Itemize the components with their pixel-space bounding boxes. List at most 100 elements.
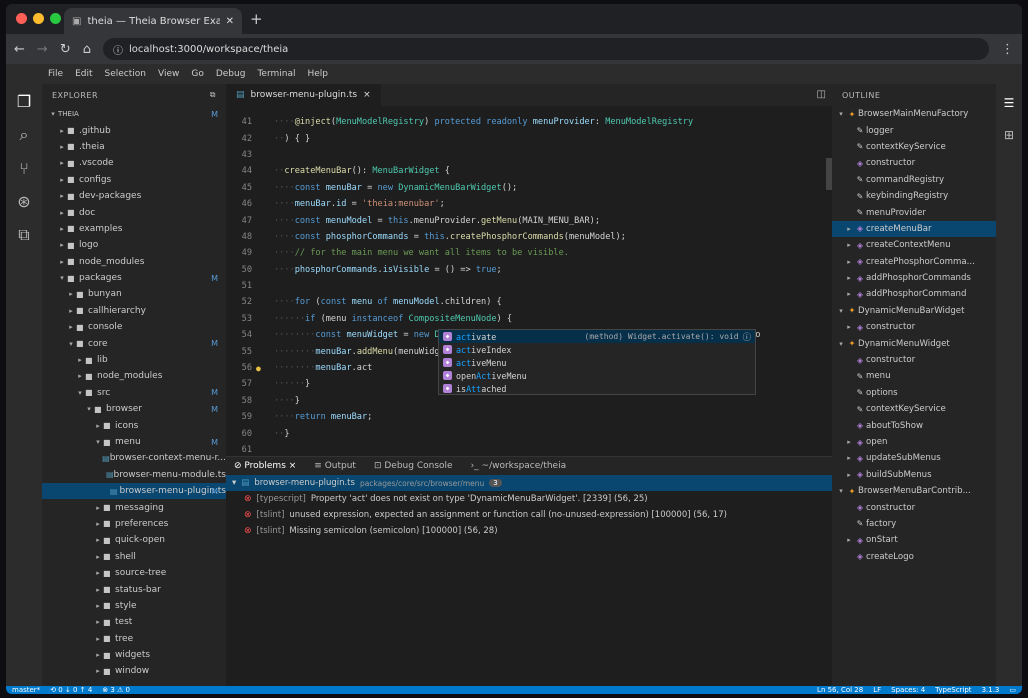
outline-item[interactable]: ▸ ◈ createPhosphorComma... bbox=[832, 254, 996, 270]
editor-tab[interactable]: ▤ browser-menu-plugin.ts × bbox=[226, 84, 381, 106]
outline-item[interactable]: ◈ constructor bbox=[832, 155, 996, 171]
outline-item[interactable]: ▸ ◈ addPhosphorCommands bbox=[832, 270, 996, 286]
files-icon[interactable]: ❐ bbox=[17, 92, 31, 111]
source-control-icon[interactable]: ⑂ bbox=[19, 159, 29, 178]
folder-item[interactable]: ▸ ■ preferences bbox=[42, 516, 226, 532]
folder-item[interactable]: ▾ ■ packages M bbox=[42, 270, 226, 286]
folder-item[interactable]: ▸ ■ callhierarchy bbox=[42, 303, 226, 319]
minimize-window-button[interactable] bbox=[33, 13, 44, 24]
outline-item[interactable]: ▾ ✦ DynamicMenuWidget bbox=[832, 335, 996, 351]
cursor-position[interactable]: Ln 56, Col 28 bbox=[817, 686, 863, 694]
close-window-button[interactable] bbox=[16, 13, 27, 24]
folder-item[interactable]: ▸ ■ icons bbox=[42, 417, 226, 433]
outline-item[interactable]: ✎ commandRegistry bbox=[832, 172, 996, 188]
problems-status[interactable]: ⊗ 3 ⚠ 0 bbox=[102, 686, 130, 694]
back-icon[interactable]: ← bbox=[14, 42, 25, 57]
outline-item[interactable]: ✎ options bbox=[832, 385, 996, 401]
suggestion-item[interactable]: ◆ activate (method) Widget.activate(): voi… bbox=[439, 330, 755, 343]
code-view[interactable]: 41 ···· @inject(MenuModelRegistry) protect… bbox=[226, 114, 832, 456]
info-icon[interactable]: ⓘ bbox=[743, 331, 751, 343]
lightbulb-icon[interactable]: ● bbox=[256, 364, 261, 373]
folder-item[interactable]: ▸ ■ doc bbox=[42, 204, 226, 220]
folder-item[interactable]: ▸ ■ examples bbox=[42, 221, 226, 237]
search-icon[interactable]: ⌕ bbox=[20, 125, 29, 145]
problems-file-row[interactable]: ▾ ▤ browser-menu-plugin.ts packages/core… bbox=[226, 475, 832, 491]
outline-item[interactable]: ▸ ◈ onStart bbox=[832, 532, 996, 548]
outline-item[interactable]: ✎ menuProvider bbox=[832, 204, 996, 220]
ts-version[interactable]: 3.1.3 bbox=[982, 686, 1000, 694]
outline-item[interactable]: ✎ menu bbox=[832, 368, 996, 384]
close-icon[interactable]: × bbox=[286, 461, 297, 471]
outline-item[interactable]: ▸ ◈ open bbox=[832, 434, 996, 450]
suggest-widget[interactable]: ◆ activate (method) Widget.activate(): voi… bbox=[438, 329, 756, 395]
debug-icon[interactable]: ⊛ bbox=[17, 192, 30, 211]
outline-item[interactable]: ◈ createLogo bbox=[832, 549, 996, 565]
folder-item[interactable]: ▸ ■ tree bbox=[42, 631, 226, 647]
folder-item[interactable]: ▸ ■ status-bar bbox=[42, 581, 226, 597]
close-tab-icon[interactable]: ✕ bbox=[226, 16, 234, 27]
outline-item[interactable]: ▾ ✦ BrowserMainMenuFactory bbox=[832, 106, 996, 122]
folder-item[interactable]: ▸ ■ test bbox=[42, 614, 226, 630]
git-branch[interactable]: master* bbox=[12, 686, 40, 694]
suggestion-item[interactable]: ◆ activeIndex bbox=[439, 343, 755, 356]
file-item[interactable]: ▤ browser-menu-plugin.ts M bbox=[42, 482, 226, 500]
folder-item[interactable]: ▸ ■ logo bbox=[42, 237, 226, 253]
problem-row[interactable]: ⊗ [tslint] unused expression, expected an … bbox=[226, 507, 832, 523]
outline-item[interactable]: ▾ ✦ DynamicMenuBarWidget bbox=[832, 303, 996, 319]
outline-item[interactable]: ✎ keybindingRegistry bbox=[832, 188, 996, 204]
home-icon[interactable]: ⌂ bbox=[83, 42, 91, 57]
folder-item[interactable]: ▸ ■ dev-packages bbox=[42, 188, 226, 204]
problem-row[interactable]: ⊗ [tslint] Missing semicolon (semicolon) [… bbox=[226, 523, 832, 539]
reload-icon[interactable]: ↻ bbox=[60, 42, 71, 57]
suggestion-item[interactable]: ◆ isAttached bbox=[439, 382, 755, 395]
outline-item[interactable]: ▾ ✦ BrowserMenuBarContrib... bbox=[832, 483, 996, 499]
forward-icon[interactable]: → bbox=[37, 42, 48, 57]
hierarchy-icon[interactable]: ⊞ bbox=[1004, 128, 1014, 142]
panel-tab-0[interactable]: ⊘ Problems × bbox=[234, 461, 296, 471]
panel-tab-1[interactable]: ≡ Output bbox=[314, 461, 356, 471]
eol-status[interactable]: LF bbox=[873, 686, 881, 694]
indentation-status[interactable]: Spaces: 4 bbox=[891, 686, 925, 694]
outline-item[interactable]: ✎ contextKeyService bbox=[832, 401, 996, 417]
collapse-all-icon[interactable]: ⧉ bbox=[210, 90, 216, 100]
outline-item[interactable]: ▸ ◈ addPhosphorCommand bbox=[832, 286, 996, 302]
outline-item[interactable]: ▸ ◈ buildSubMenus bbox=[832, 467, 996, 483]
url-field[interactable]: ⓘ localhost:3000/workspace/theia bbox=[102, 38, 989, 60]
file-item[interactable]: ▤ browser-menu-module.ts bbox=[42, 467, 226, 483]
folder-item[interactable]: ▸ ■ messaging bbox=[42, 499, 226, 515]
outline-view-icon[interactable]: ☰ bbox=[1004, 96, 1015, 110]
folder-item[interactable]: ▸ ■ node_modules bbox=[42, 368, 226, 384]
folder-item[interactable]: ▸ ■ configs bbox=[42, 172, 226, 188]
file-item[interactable]: ▤ browser-context-menu-r... bbox=[42, 450, 226, 466]
outline-item[interactable]: ✎ factory bbox=[832, 516, 996, 532]
new-tab-icon[interactable]: + bbox=[250, 10, 263, 28]
folder-item[interactable]: ▾ ■ core M bbox=[42, 335, 226, 351]
panel-tab-3[interactable]: ›_ ~/workspace/theia bbox=[471, 461, 567, 471]
outline-item[interactable]: ▸ ◈ createMenuBar bbox=[832, 220, 996, 238]
close-editor-icon[interactable]: × bbox=[363, 90, 371, 100]
folder-item[interactable]: ▾ ■ menu M bbox=[42, 434, 226, 450]
menu-help[interactable]: Help bbox=[307, 69, 328, 79]
outline-item[interactable]: ✎ logger bbox=[832, 122, 996, 138]
folder-item[interactable]: ▸ ■ .theia bbox=[42, 139, 226, 155]
browser-tab[interactable]: ▣ theia — Theia Browser Exampl ✕ bbox=[64, 8, 242, 34]
language-mode[interactable]: TypeScript bbox=[935, 686, 971, 694]
outline-item[interactable]: ◈ constructor bbox=[832, 499, 996, 515]
folder-item[interactable]: ▸ ■ widgets bbox=[42, 647, 226, 663]
outline-item[interactable]: ◈ aboutToShow bbox=[832, 417, 996, 433]
folder-item[interactable]: ▸ ■ quick-open bbox=[42, 532, 226, 548]
folder-item[interactable]: ▸ ■ window bbox=[42, 663, 226, 679]
folder-item[interactable]: ▸ ■ console bbox=[42, 319, 226, 335]
folder-item[interactable]: ▸ ■ .github bbox=[42, 122, 226, 138]
outline-item[interactable]: ▸ ◈ constructor bbox=[832, 319, 996, 335]
folder-item[interactable]: ▸ ■ shell bbox=[42, 549, 226, 565]
extensions-icon[interactable]: ⧉ bbox=[18, 225, 29, 245]
notifications-icon[interactable]: ▭ bbox=[1009, 686, 1016, 694]
folder-item[interactable]: ▾ ■ src M bbox=[42, 385, 226, 401]
problem-row[interactable]: ⊗ [typescript] Property 'act' does not exi… bbox=[226, 491, 832, 507]
panel-tab-2[interactable]: ⊡ Debug Console bbox=[374, 461, 453, 471]
outline-item[interactable]: ◈ constructor bbox=[832, 352, 996, 368]
folder-item[interactable]: ▸ ■ source-tree bbox=[42, 565, 226, 581]
outline-item[interactable]: ▸ ◈ updateSubMenus bbox=[832, 450, 996, 466]
folder-item[interactable]: ▾ THEIA M bbox=[42, 106, 226, 122]
